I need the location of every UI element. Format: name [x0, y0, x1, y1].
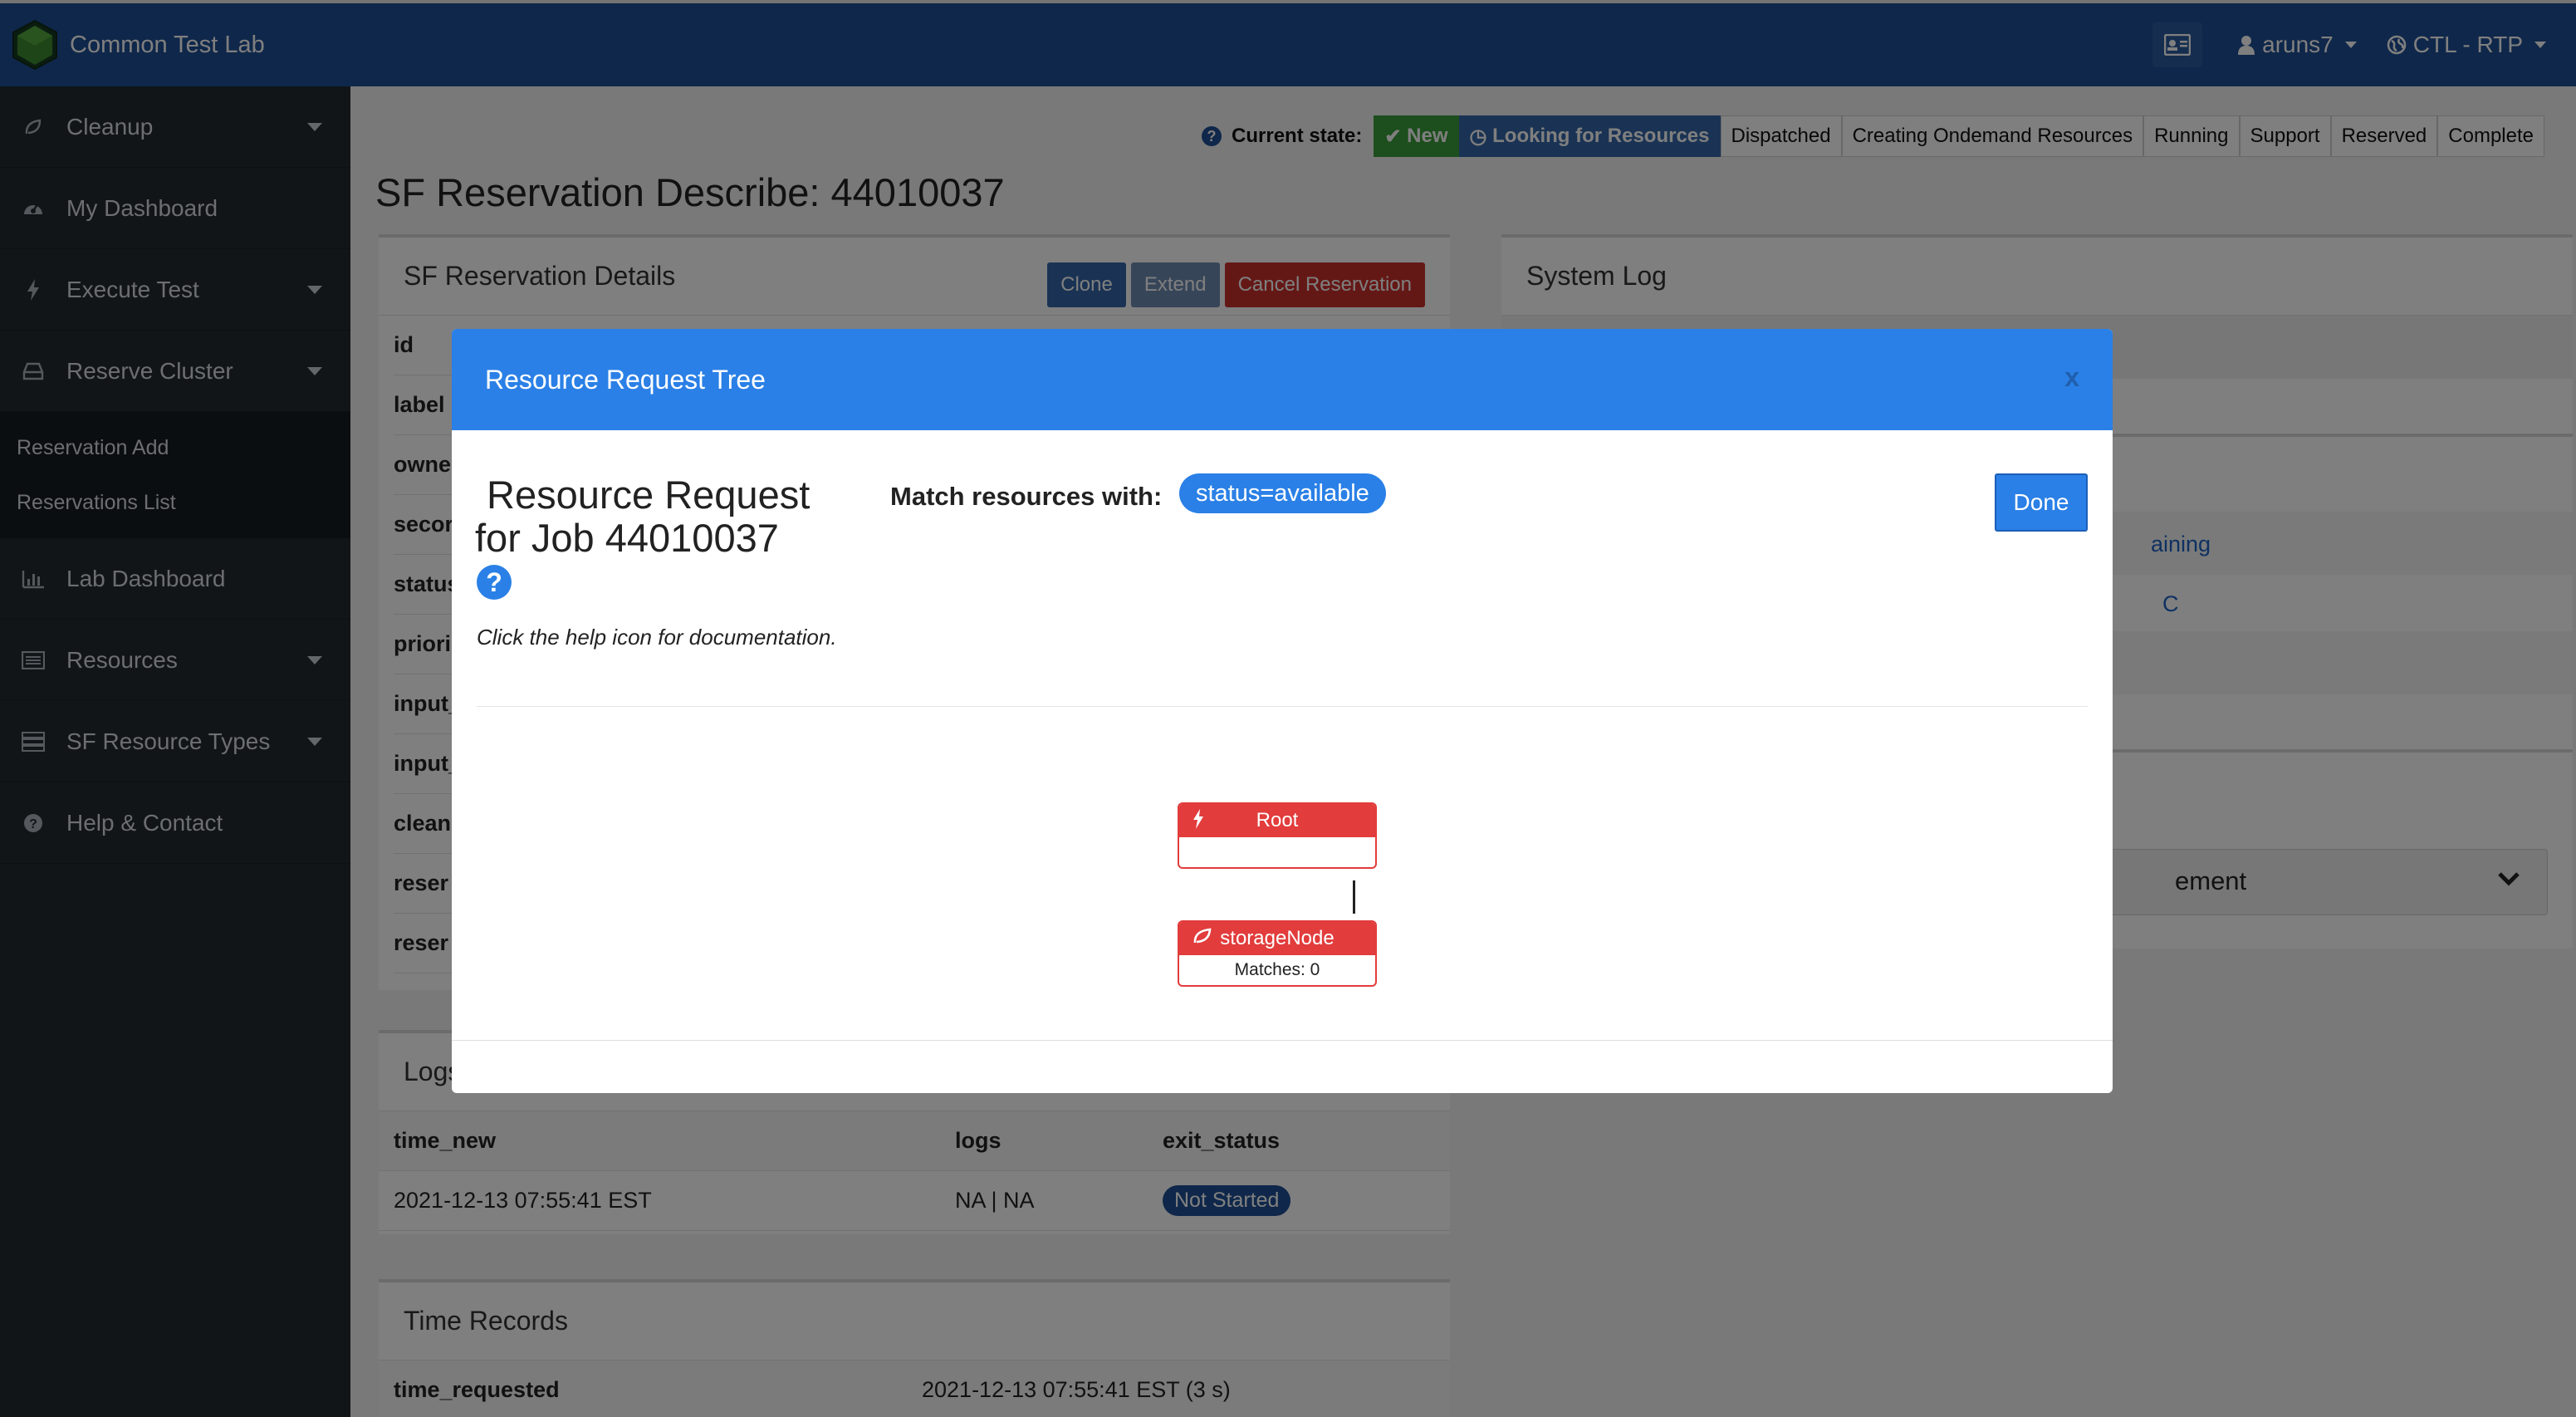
- resource-request-tree-modal: Resource Request Tree x Resource Request…: [452, 329, 2113, 1093]
- match-label: Match resources with:: [890, 482, 1163, 511]
- leaf-icon: [1193, 928, 1212, 944]
- tree-node-storagenode[interactable]: storageNode Matches: 0: [1178, 920, 1377, 987]
- help-icon[interactable]: ?: [477, 565, 512, 600]
- tree-node-matches: Matches: 0: [1234, 960, 1320, 979]
- tree-node-body: [1179, 837, 1375, 867]
- resource-request-title: Resource Request for Job 44010037: [475, 473, 811, 560]
- modal-footer: [452, 1040, 2113, 1041]
- tree-node-root[interactable]: Root: [1178, 802, 1377, 869]
- divider: [477, 706, 2088, 707]
- modal-title: Resource Request Tree: [485, 364, 766, 395]
- match-filter-badge[interactable]: status=available: [1179, 473, 1386, 513]
- modal-header: Resource Request Tree x: [452, 329, 2113, 430]
- tree-node-header: Root: [1179, 804, 1375, 837]
- done-button[interactable]: Done: [1995, 473, 2088, 532]
- documentation-hint: Click the help icon for documentation.: [477, 625, 837, 650]
- tree-node-header: storageNode: [1179, 922, 1375, 955]
- close-icon[interactable]: x: [2064, 362, 2079, 393]
- bolt-icon: [1193, 809, 1203, 829]
- tree-edge: [1353, 880, 1355, 914]
